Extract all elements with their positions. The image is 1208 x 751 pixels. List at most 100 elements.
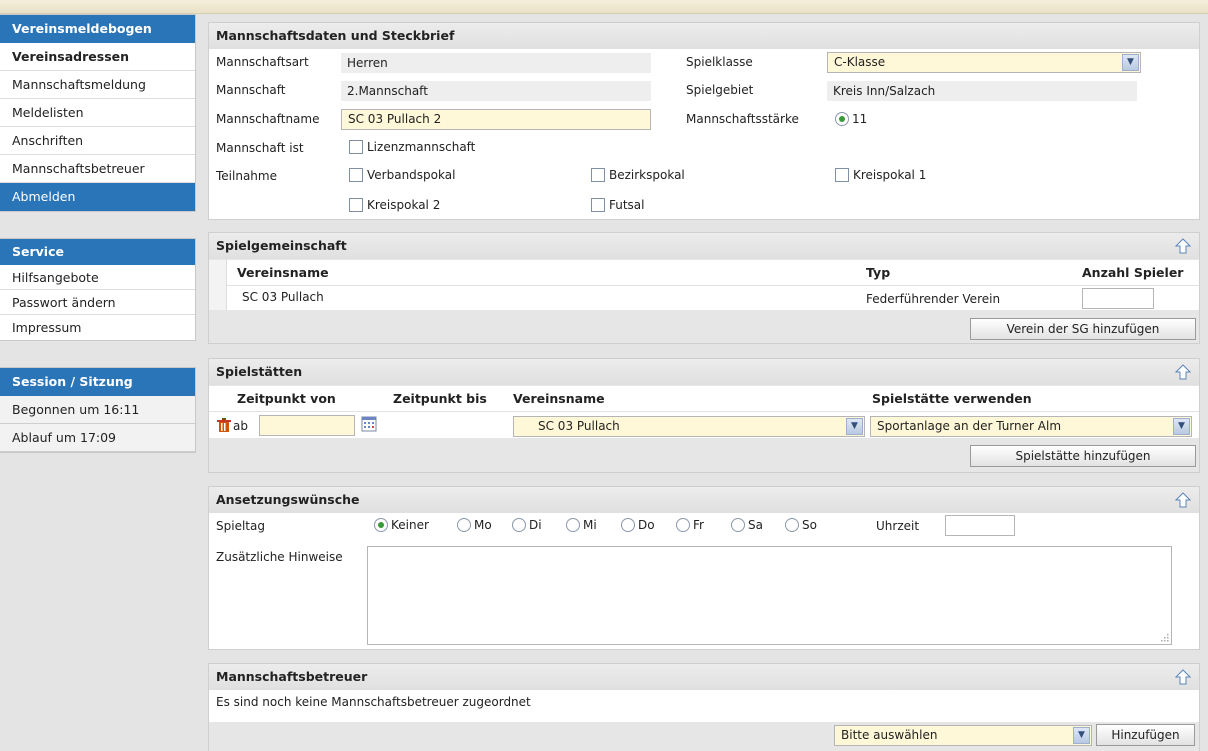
- label-mannschaftsstaerke: Mannschaftsstärke: [686, 112, 799, 126]
- spielgemeinschaft-title: Spielgemeinschaft: [209, 233, 1199, 259]
- bezirkspokal-checkbox[interactable]: Bezirkspokal: [591, 168, 685, 182]
- staette-verwenden-select[interactable]: Sportanlage an der Turner Alm ▼: [870, 416, 1192, 437]
- label-spieltag: Spieltag: [216, 519, 265, 533]
- radio-selected-icon[interactable]: [374, 518, 388, 532]
- futsal-checkbox[interactable]: Futsal: [591, 198, 645, 212]
- collapse-arrow-icon[interactable]: [1175, 669, 1191, 685]
- value-mannschaftsart: Herren: [341, 53, 651, 73]
- team-data-title: Mannschaftsdaten und Steckbrief: [209, 23, 1199, 49]
- checkbox-box[interactable]: [591, 198, 605, 212]
- sidebar-item-mannschaftsmeldung[interactable]: Mannschaftsmeldung: [0, 71, 195, 99]
- sidebar-item-anschriften[interactable]: Anschriften: [0, 127, 195, 155]
- sidebar-service: Service Hilfsangebote Passwort ändern Im…: [0, 238, 196, 341]
- kreispokal1-checkbox[interactable]: Kreispokal 1: [835, 168, 926, 182]
- sidebar-item-mannschaftsbetreuer[interactable]: Mannschaftsbetreuer: [0, 155, 195, 183]
- staetten-header-bis: Zeitpunkt bis: [393, 391, 487, 406]
- checkbox-box[interactable]: [349, 168, 363, 182]
- checkbox-box[interactable]: [591, 168, 605, 182]
- label-teilnahme: Teilnahme: [216, 169, 277, 183]
- betreuer-select-value: Bitte auswählen: [841, 728, 938, 742]
- betreuer-message: Es sind noch keine Mannschaftsbetreuer z…: [216, 695, 531, 709]
- staette-verein-select[interactable]: SC 03 Pullach ▼: [513, 416, 865, 437]
- radio-sa-label: Sa: [748, 518, 763, 532]
- staerke-value: 11: [852, 112, 868, 126]
- checkbox-box[interactable]: [349, 140, 363, 154]
- verbandspokal-checkbox[interactable]: Verbandspokal: [349, 168, 455, 182]
- sidebar-item-impressum[interactable]: Impressum: [0, 315, 195, 340]
- sg-row-typ: Federführender Verein: [866, 292, 1001, 306]
- radio-fr-label: Fr: [693, 518, 704, 532]
- ansetzung-panel: Ansetzungswünsche Spieltag Keiner Mo Di …: [208, 486, 1200, 650]
- kreispokal2-checkbox[interactable]: Kreispokal 2: [349, 198, 440, 212]
- radio-icon[interactable]: [566, 518, 580, 532]
- spieltag-radio-group: Keiner Mo Di Mi Do Fr Sa So: [374, 518, 835, 532]
- value-mannschaft: 2.Mannschaft: [341, 81, 651, 101]
- add-sg-verein-button[interactable]: Verein der SG hinzufügen: [970, 318, 1196, 340]
- zeitpunkt-von-input[interactable]: [259, 415, 355, 436]
- radio-icon[interactable]: [512, 518, 526, 532]
- verbandspokal-label: Verbandspokal: [367, 168, 456, 182]
- checkbox-box[interactable]: [349, 198, 363, 212]
- staetten-header-verwenden: Spielstätte verwenden: [872, 391, 1032, 406]
- radio-sa[interactable]: Sa: [731, 518, 785, 532]
- chevron-down-icon[interactable]: ▼: [846, 418, 863, 435]
- radio-icon[interactable]: [676, 518, 690, 532]
- sg-table: Vereinsname Typ Anzahl Spieler SC 03 Pul…: [209, 260, 1199, 310]
- spielstaetten-title: Spielstätten: [209, 359, 1199, 385]
- chevron-down-icon[interactable]: ▼: [1122, 54, 1139, 71]
- anzahl-spieler-input[interactable]: [1082, 288, 1154, 309]
- radio-icon[interactable]: [457, 518, 471, 532]
- sidebar-item-passwort-aendern[interactable]: Passwort ändern: [0, 290, 195, 315]
- add-spielstaette-button[interactable]: Spielstätte hinzufügen: [970, 445, 1196, 467]
- sidebar-session: Session / Sitzung Begonnen um 16:11 Abla…: [0, 367, 196, 453]
- chevron-down-icon[interactable]: ▼: [1073, 727, 1090, 744]
- radio-mi[interactable]: Mi: [566, 518, 621, 532]
- radio-keiner[interactable]: Keiner: [374, 518, 457, 532]
- radio-keiner-label: Keiner: [391, 518, 429, 532]
- sg-row-vereinsname: SC 03 Pullach: [242, 290, 324, 304]
- staetten-table: Zeitpunkt von Zeitpunkt bis Vereinsname …: [209, 386, 1199, 438]
- radio-di-label: Di: [529, 518, 542, 532]
- uhrzeit-input[interactable]: [945, 515, 1015, 536]
- staerke-radio-11[interactable]: 11: [835, 112, 867, 126]
- radio-di[interactable]: Di: [512, 518, 566, 532]
- hinzufuegen-button[interactable]: Hinzufügen: [1096, 724, 1195, 746]
- futsal-label: Futsal: [609, 198, 645, 212]
- mannschaftname-input[interactable]: SC 03 Pullach 2: [341, 109, 651, 130]
- radio-so[interactable]: So: [785, 518, 835, 532]
- lizenzmannschaft-checkbox[interactable]: Lizenzmannschaft: [349, 140, 475, 154]
- radio-icon[interactable]: [785, 518, 799, 532]
- sidebar-item-hilfsangebote[interactable]: Hilfsangebote: [0, 265, 195, 290]
- collapse-arrow-icon[interactable]: [1175, 238, 1191, 254]
- kreispokal2-label: Kreispokal 2: [367, 198, 441, 212]
- radio-icon[interactable]: [621, 518, 635, 532]
- chevron-down-icon[interactable]: ▼: [1173, 418, 1190, 435]
- radio-fr[interactable]: Fr: [676, 518, 731, 532]
- sg-header-typ: Typ: [866, 265, 891, 280]
- staetten-header-verein: Vereinsname: [513, 391, 605, 406]
- calendar-icon[interactable]: [361, 416, 377, 432]
- betreuer-select[interactable]: Bitte auswählen ▼: [834, 725, 1092, 746]
- radio-icon[interactable]: [731, 518, 745, 532]
- resize-grip-icon[interactable]: [1160, 633, 1169, 642]
- checkbox-box[interactable]: [835, 168, 849, 182]
- spielklasse-select[interactable]: C-Klasse ▼: [827, 52, 1141, 73]
- staetten-header-von: Zeitpunkt von: [237, 391, 336, 406]
- ansetzung-title: Ansetzungswünsche: [209, 487, 1199, 513]
- staette-verwenden-value: Sportanlage an der Turner Alm: [877, 419, 1062, 433]
- sidebar-item-abmelden[interactable]: Abmelden: [0, 183, 195, 211]
- spielgemeinschaft-panel: Spielgemeinschaft Vereinsname Typ Anzahl…: [208, 232, 1200, 344]
- sg-header-vereinsname: Vereinsname: [237, 265, 329, 280]
- spielklasse-value: C-Klasse: [834, 55, 886, 69]
- radio-mo[interactable]: Mo: [457, 518, 512, 532]
- collapse-arrow-icon[interactable]: [1175, 492, 1191, 508]
- sidebar-item-meldelisten[interactable]: Meldelisten: [0, 99, 195, 127]
- sidebar-service-title: Service: [0, 239, 195, 265]
- label-hinweise: Zusätzliche Hinweise: [216, 550, 343, 564]
- radio-selected-icon[interactable]: [835, 112, 849, 126]
- trash-icon[interactable]: [215, 417, 233, 433]
- collapse-arrow-icon[interactable]: [1175, 364, 1191, 380]
- radio-do[interactable]: Do: [621, 518, 676, 532]
- hinweise-textarea[interactable]: [367, 546, 1172, 645]
- sidebar-item-vereinsadressen[interactable]: Vereinsadressen: [0, 43, 195, 71]
